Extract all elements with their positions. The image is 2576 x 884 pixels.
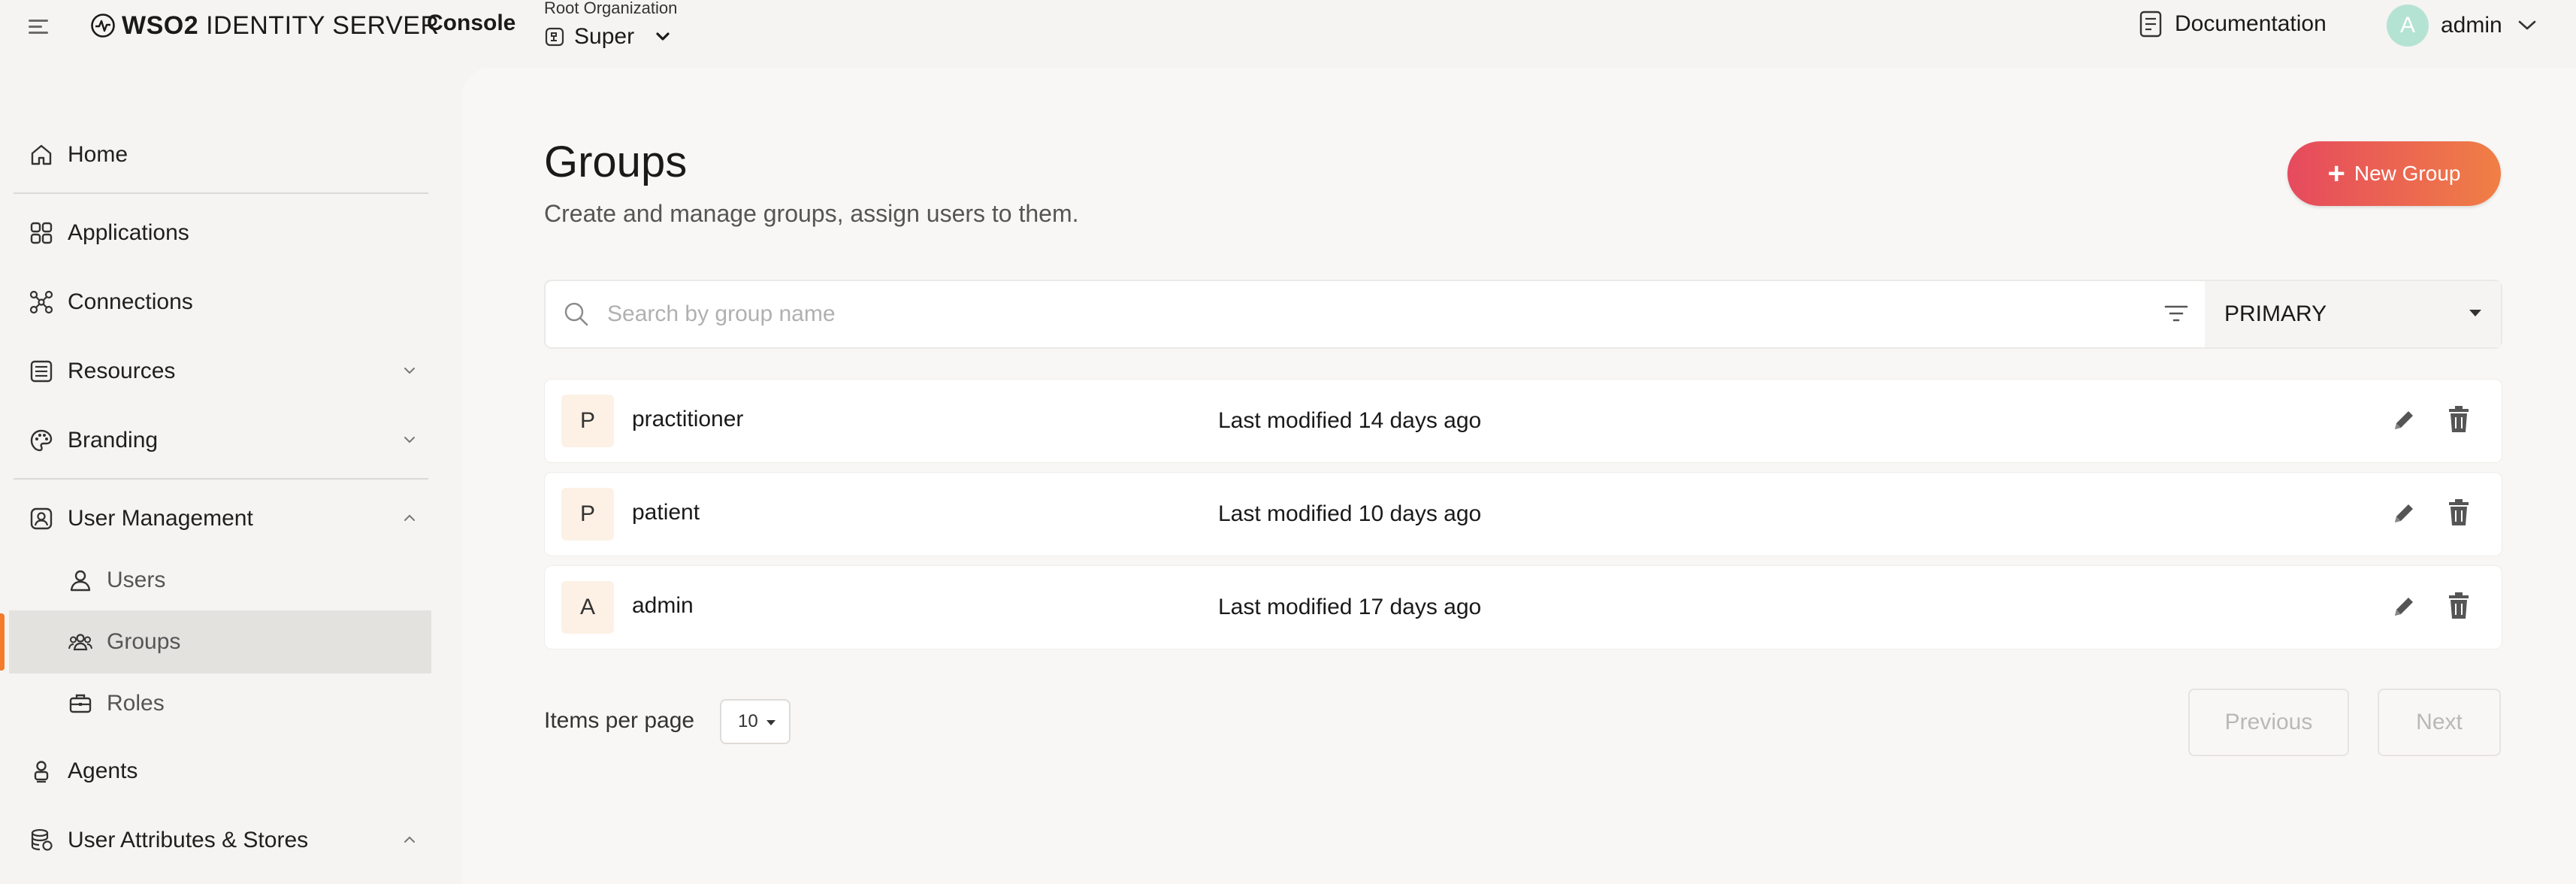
- group-name[interactable]: practitioner: [632, 407, 743, 432]
- sidebar: Home Applications Connections Resources …: [0, 68, 460, 884]
- sidebar-item-agents[interactable]: Agents: [27, 749, 425, 794]
- document-icon: [2139, 11, 2162, 38]
- sidebar-item-user-attributes-stores[interactable]: User Attributes & Stores: [27, 818, 425, 863]
- group-avatar: P: [561, 488, 614, 540]
- trash-icon[interactable]: [2446, 592, 2472, 620]
- sidebar-item-label: Agents: [68, 758, 138, 783]
- divider: [14, 192, 428, 194]
- home-icon: [27, 141, 56, 169]
- previous-button[interactable]: Previous: [2188, 689, 2349, 756]
- filter-icon[interactable]: [2163, 302, 2190, 325]
- new-group-label: New Group: [2354, 162, 2461, 185]
- plus-icon: +: [2327, 157, 2345, 190]
- org-name: Super: [574, 24, 635, 49]
- wso2-logo-icon: [91, 14, 115, 38]
- sidebar-item-applications[interactable]: Applications: [27, 210, 425, 256]
- last-modified: Last modified 10 days ago: [1218, 501, 1482, 526]
- sidebar-item-label: Users: [107, 568, 166, 592]
- table-row[interactable]: P practitioner Last modified 14 days ago: [544, 379, 2502, 463]
- page-title: Groups: [544, 138, 688, 186]
- trash-icon[interactable]: [2446, 405, 2472, 434]
- sidebar-item-users[interactable]: Users: [66, 558, 427, 603]
- chevron-down-icon: [2518, 20, 2536, 30]
- sidebar-item-roles[interactable]: Roles: [66, 681, 427, 726]
- sidebar-item-label: Resources: [68, 359, 176, 383]
- user-menu[interactable]: A admin: [2387, 5, 2537, 47]
- table-row[interactable]: P patient Last modified 10 days ago: [544, 472, 2502, 556]
- sidebar-item-groups[interactable]: Groups: [66, 619, 427, 665]
- palette-icon: [27, 426, 56, 455]
- page-subtitle: Create and manage groups, assign users t…: [544, 200, 1079, 227]
- connections-icon: [27, 288, 56, 316]
- sidebar-item-label: User Attributes & Stores: [68, 828, 309, 852]
- items-per-page-select[interactable]: 10: [720, 699, 791, 744]
- sidebar-item-label: Connections: [68, 289, 193, 314]
- organization-switcher[interactable]: Root Organization Super: [544, 0, 677, 50]
- last-modified: Last modified 14 days ago: [1218, 408, 1482, 433]
- sidebar-item-user-management[interactable]: User Management: [27, 496, 425, 541]
- user-store-value: PRIMARY: [2224, 301, 2327, 326]
- briefcase-icon: [66, 689, 95, 718]
- sidebar-item-home[interactable]: Home: [27, 132, 425, 177]
- sidebar-item-connections[interactable]: Connections: [27, 280, 425, 325]
- user-name: admin: [2441, 13, 2502, 38]
- agents-icon: [27, 757, 56, 786]
- chevron-up-icon[interactable]: [401, 831, 418, 848]
- group-avatar: P: [561, 395, 614, 447]
- search-input[interactable]: [607, 301, 2110, 327]
- organization-icon: [545, 27, 564, 47]
- chevron-down-icon[interactable]: [655, 32, 670, 42]
- product-name: WSO2 IDENTITY SERVER: [122, 11, 440, 40]
- new-group-button[interactable]: + New Group: [2287, 141, 2501, 206]
- sidebar-item-label: Applications: [68, 220, 189, 245]
- active-item-indicator: [0, 613, 5, 671]
- sidebar-item-label: Branding: [68, 428, 159, 453]
- table-row[interactable]: A admin Last modified 17 days ago: [544, 565, 2502, 649]
- caret-down-icon: [766, 720, 776, 725]
- documentation-link[interactable]: Documentation: [2139, 11, 2327, 38]
- org-label: Root Organization: [544, 0, 678, 17]
- caret-down-icon: [2469, 310, 2481, 316]
- pencil-icon[interactable]: [2390, 500, 2417, 527]
- chevron-up-icon[interactable]: [401, 510, 418, 526]
- sidebar-item-label: Groups: [107, 629, 181, 654]
- chevron-down-icon[interactable]: [401, 362, 418, 379]
- top-header: WSO2 IDENTITY SERVER Console Root Organi…: [0, 0, 2576, 68]
- sidebar-item-label: Home: [68, 142, 128, 167]
- database-icon: [27, 826, 56, 855]
- sidebar-item-label: Roles: [107, 691, 165, 716]
- chevron-down-icon[interactable]: [401, 431, 418, 448]
- user-icon: [66, 566, 95, 595]
- product-logo[interactable]: WSO2 IDENTITY SERVER: [90, 11, 440, 41]
- applications-icon: [27, 219, 56, 247]
- trash-icon[interactable]: [2446, 498, 2472, 527]
- search-bar: PRIMARY: [544, 280, 2502, 349]
- documentation-label: Documentation: [2175, 11, 2327, 36]
- last-modified: Last modified 17 days ago: [1218, 595, 1482, 619]
- sidebar-item-branding[interactable]: Branding: [27, 418, 425, 463]
- user-store-select[interactable]: PRIMARY: [2205, 281, 2501, 347]
- menu-icon[interactable]: [29, 15, 51, 38]
- console-label: Console: [427, 11, 516, 35]
- user-management-icon: [27, 504, 56, 533]
- avatar: A: [2387, 5, 2429, 47]
- items-per-page-label: Items per page: [544, 708, 695, 733]
- group-name[interactable]: admin: [632, 593, 694, 619]
- search-icon: [564, 302, 588, 326]
- main-content: Groups Create and manage groups, assign …: [461, 68, 2576, 884]
- sidebar-item-resources[interactable]: Resources: [27, 349, 425, 394]
- group-name[interactable]: patient: [632, 500, 700, 525]
- items-per-page-value: 10: [738, 711, 758, 731]
- groups-icon: [66, 628, 95, 656]
- pencil-icon[interactable]: [2390, 407, 2417, 434]
- group-avatar: A: [561, 581, 614, 634]
- resources-icon: [27, 357, 56, 386]
- divider: [14, 478, 428, 480]
- pencil-icon[interactable]: [2390, 593, 2417, 620]
- next-button[interactable]: Next: [2378, 689, 2501, 756]
- sidebar-item-label: User Management: [68, 506, 253, 531]
